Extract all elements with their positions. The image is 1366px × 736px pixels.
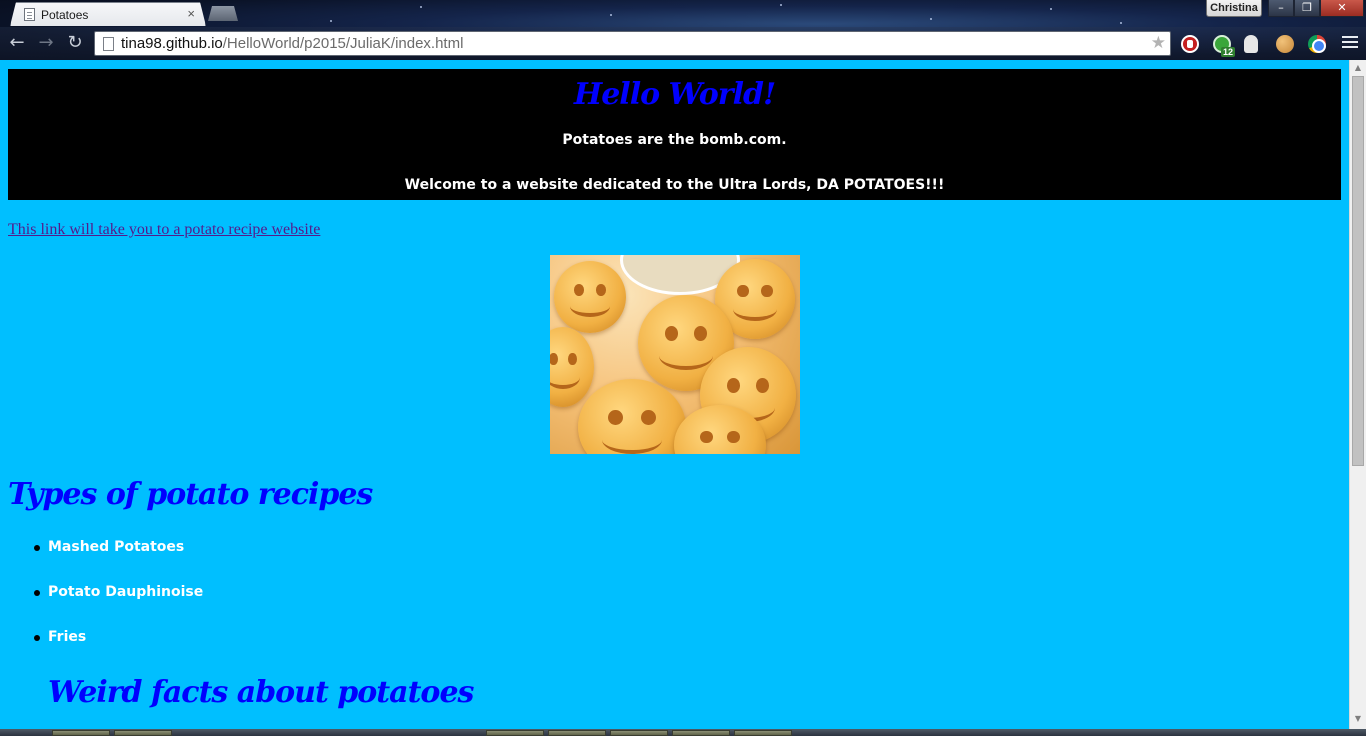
page-viewport: Hello World! Potatoes are the bomb.com. …: [0, 60, 1349, 729]
facts-heading: Weird facts about potatoes: [48, 675, 474, 710]
browser-titlebar: Potatoes × Christina – ❐ ✕ ← → ↻ tina98.…: [0, 0, 1366, 60]
minimize-button[interactable]: –: [1268, 0, 1294, 17]
recipe-website-link[interactable]: This link will take you to a potato reci…: [8, 221, 320, 239]
address-bar[interactable]: tina98.github.io/HelloWorld/p2015/JuliaK…: [94, 31, 1171, 56]
url-path: /HelloWorld/p2015/JuliaK/index.html: [222, 35, 464, 52]
taskbar-item[interactable]: [548, 730, 606, 736]
extension-badge: 12: [1221, 47, 1236, 57]
welcome-text: Welcome to a website dedicated to the Ul…: [404, 177, 945, 193]
forward-icon[interactable]: →: [35, 32, 57, 54]
scroll-thumb[interactable]: [1352, 76, 1364, 466]
scroll-up-icon[interactable]: ▲: [1353, 62, 1363, 74]
adblock-icon[interactable]: [1181, 35, 1199, 53]
list-item: Potato Dauphinoise: [33, 582, 203, 627]
taskbar: [0, 729, 1366, 736]
taskbar-item[interactable]: [672, 730, 730, 736]
smiley-potatoes-image: [550, 255, 800, 454]
page-icon: [103, 37, 114, 51]
ghostery-icon[interactable]: [1244, 35, 1258, 53]
cookie-icon[interactable]: [1276, 35, 1294, 53]
taskbar-item[interactable]: [486, 730, 544, 736]
browser-toolbar: ← → ↻ tina98.github.io/HelloWorld/p2015/…: [0, 27, 1366, 60]
tab-title: Potatoes: [41, 8, 89, 22]
reload-icon[interactable]: ↻: [64, 32, 86, 54]
url-host: tina98.github.io: [121, 35, 223, 52]
taskbar-item[interactable]: [610, 730, 668, 736]
smiley-potato: [578, 379, 686, 454]
back-icon[interactable]: ←: [6, 32, 28, 54]
close-window-button[interactable]: ✕: [1320, 0, 1364, 17]
chrome-icon[interactable]: [1308, 35, 1326, 53]
taskbar-item[interactable]: [114, 730, 172, 736]
recipe-list: Mashed Potatoes Potato Dauphinoise Fries: [33, 537, 203, 672]
tagline: Potatoes are the bomb.com.: [562, 132, 787, 148]
profile-button[interactable]: Christina: [1206, 0, 1262, 17]
restore-button[interactable]: ❐: [1294, 0, 1320, 17]
page-favicon-icon: [24, 8, 35, 21]
smiley-potato: [554, 261, 626, 333]
smiley-potato: [550, 327, 594, 407]
taskbar-item[interactable]: [734, 730, 792, 736]
bookmark-star-icon[interactable]: ★: [1151, 33, 1166, 53]
recipes-heading: Types of potato recipes: [8, 477, 373, 512]
tab-close-icon[interactable]: ×: [187, 6, 195, 22]
tab-potatoes[interactable]: Potatoes ×: [10, 2, 206, 26]
url-text[interactable]: tina98.github.io/HelloWorld/p2015/JuliaK…: [121, 35, 463, 52]
page-title: Hello World!: [573, 77, 776, 112]
new-tab-button[interactable]: [208, 6, 238, 21]
scroll-down-icon[interactable]: ▼: [1353, 713, 1363, 725]
taskbar-item[interactable]: [52, 730, 110, 736]
list-item: Mashed Potatoes: [33, 537, 203, 582]
vertical-scrollbar[interactable]: ▲ ▼: [1349, 60, 1366, 729]
page-header: Hello World! Potatoes are the bomb.com. …: [8, 69, 1341, 200]
list-item: Fries: [33, 627, 203, 672]
menu-icon[interactable]: [1342, 36, 1358, 50]
